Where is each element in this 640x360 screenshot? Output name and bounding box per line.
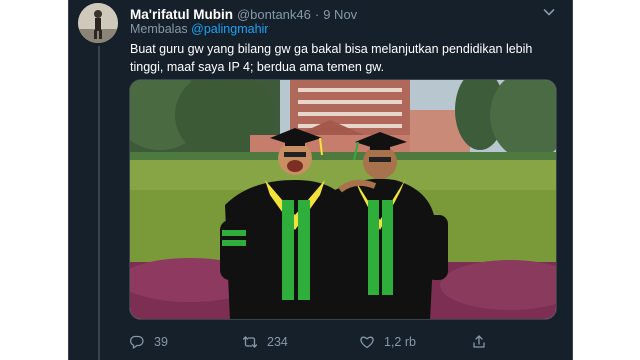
reply-context: Membalas @palingmahir: [130, 22, 268, 36]
reply-count: 39: [154, 335, 168, 349]
tweet-actions: 39 234 1,2 rb: [129, 332, 549, 352]
heart-icon: [360, 336, 374, 349]
chevron-down-icon[interactable]: [541, 4, 557, 20]
reply-button[interactable]: 39: [129, 332, 168, 352]
like-button[interactable]: 1,2 rb: [359, 332, 416, 352]
tweet-text: Buat guru gw yang bilang gw ga bakal bis…: [130, 42, 533, 74]
tweet-header: Ma'rifatul Mubin @bontank46 · 9 Nov: [130, 5, 550, 23]
reply-prefix: Membalas: [130, 22, 188, 36]
avatar-image: [78, 3, 118, 43]
reply-mention-link[interactable]: @palingmahir: [191, 22, 268, 36]
retweet-button[interactable]: 234: [242, 332, 288, 352]
author-handle[interactable]: @bontank46: [237, 7, 311, 22]
tweet-photo[interactable]: [129, 79, 557, 320]
screenshot-frame: Ma'rifatul Mubin @bontank46 · 9 Nov Memb…: [0, 0, 640, 360]
author-name[interactable]: Ma'rifatul Mubin: [130, 7, 233, 22]
tweet-date[interactable]: 9 Nov: [323, 7, 357, 22]
header-separator: ·: [314, 6, 320, 22]
retweet-count: 234: [267, 335, 288, 349]
share-icon: [473, 335, 485, 348]
reply-bubble-icon: [129, 335, 144, 349]
thread-line: [98, 46, 100, 360]
graduation-photo: [130, 80, 556, 319]
retweet-icon: [242, 336, 258, 348]
like-count: 1,2 rb: [384, 335, 416, 349]
share-button[interactable]: [471, 332, 496, 352]
avatar[interactable]: [78, 3, 118, 43]
